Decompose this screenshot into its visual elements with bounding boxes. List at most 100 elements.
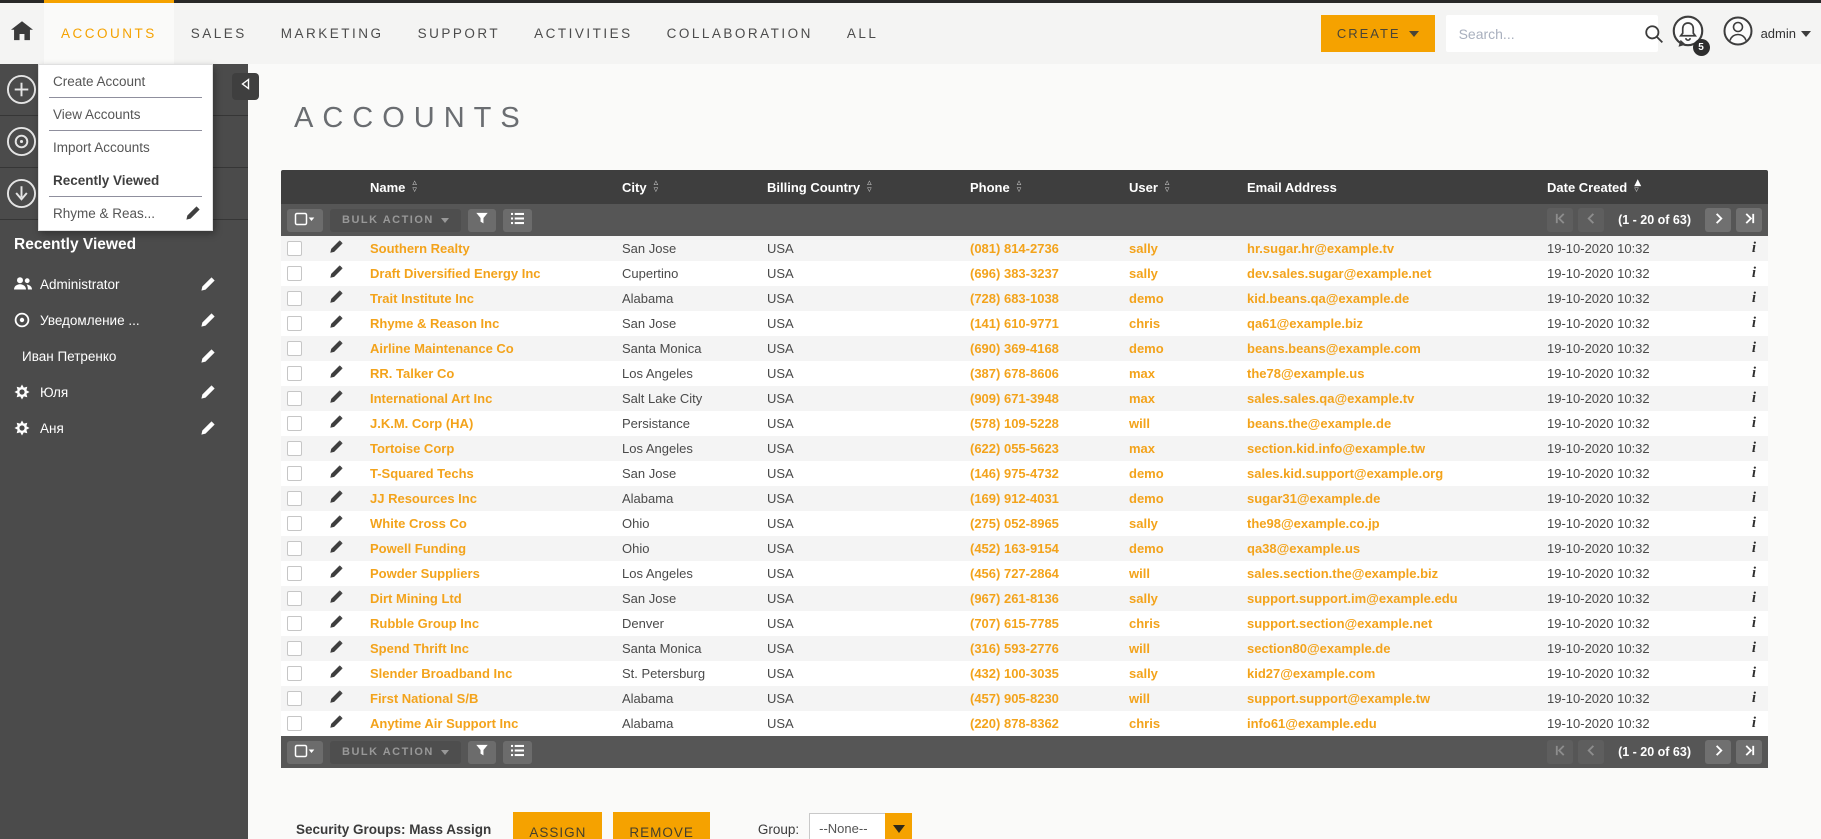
email-link[interactable]: beans.the@example.de: [1247, 416, 1392, 431]
notifications-button[interactable]: 5: [1669, 14, 1710, 56]
info-icon[interactable]: i: [1752, 515, 1756, 531]
assign-button[interactable]: ASSIGN: [513, 812, 603, 839]
info-icon[interactable]: i: [1752, 265, 1756, 281]
email-link[interactable]: the78@example.us: [1247, 366, 1365, 381]
pencil-icon[interactable]: [329, 440, 343, 457]
pencil-icon[interactable]: [329, 290, 343, 307]
email-link[interactable]: sugar31@example.de: [1247, 491, 1381, 506]
phone-link[interactable]: (578) 109-5228: [970, 416, 1059, 431]
account-name-link[interactable]: J.K.M. Corp (HA): [370, 416, 473, 431]
account-name-link[interactable]: Trait Institute Inc: [370, 291, 474, 306]
user-link[interactable]: will: [1129, 691, 1150, 706]
tab-activities[interactable]: ACTIVITIES: [517, 3, 650, 64]
row-checkbox[interactable]: [287, 416, 302, 431]
info-icon[interactable]: i: [1752, 540, 1756, 556]
account-name-link[interactable]: International Art Inc: [370, 391, 492, 406]
home-button[interactable]: [0, 3, 44, 64]
menu-item-rhyme-reas[interactable]: Rhyme & Reas...: [39, 197, 212, 230]
pencil-icon[interactable]: [329, 490, 343, 507]
search-icon[interactable]: [1644, 24, 1664, 44]
first-page-button[interactable]: [1547, 208, 1574, 232]
column-header-date-created[interactable]: Date Created ▲ ▿: [1535, 179, 1740, 195]
row-checkbox[interactable]: [287, 266, 302, 281]
row-checkbox[interactable]: [287, 491, 302, 506]
pencil-icon[interactable]: [329, 515, 343, 532]
account-name-link[interactable]: RR. Talker Co: [370, 366, 454, 381]
info-icon[interactable]: i: [1752, 440, 1756, 456]
pencil-icon[interactable]: [329, 565, 343, 582]
column-header-billing-country[interactable]: Billing Country ▵ ▿: [755, 179, 958, 195]
info-icon[interactable]: i: [1752, 365, 1756, 381]
pencil-icon[interactable]: [329, 390, 343, 407]
account-name-link[interactable]: Rhyme & Reason Inc: [370, 316, 499, 331]
user-link[interactable]: will: [1129, 416, 1150, 431]
bulk-action-button[interactable]: BULK ACTION: [330, 740, 461, 764]
phone-link[interactable]: (081) 814-2736: [970, 241, 1059, 256]
user-link[interactable]: chris: [1129, 716, 1161, 731]
email-link[interactable]: kid.beans.qa@example.de: [1247, 291, 1410, 306]
user-link[interactable]: will: [1129, 641, 1150, 656]
info-icon[interactable]: i: [1752, 640, 1756, 656]
phone-link[interactable]: (456) 727-2864: [970, 566, 1059, 581]
info-icon[interactable]: i: [1752, 665, 1756, 681]
filter-button[interactable]: [467, 740, 496, 764]
row-checkbox[interactable]: [287, 241, 302, 256]
info-icon[interactable]: i: [1752, 290, 1756, 306]
info-icon[interactable]: i: [1752, 715, 1756, 731]
email-link[interactable]: support.section@example.net: [1247, 616, 1433, 631]
phone-link[interactable]: (316) 593-2776: [970, 641, 1059, 656]
pencil-icon[interactable]: [329, 590, 343, 607]
user-link[interactable]: sally: [1129, 666, 1158, 681]
phone-link[interactable]: (452) 163-9154: [970, 541, 1059, 556]
pencil-icon[interactable]: [200, 420, 215, 436]
pencil-icon[interactable]: [329, 615, 343, 632]
tab-support[interactable]: SUPPORT: [401, 3, 518, 64]
row-checkbox[interactable]: [287, 691, 302, 706]
email-link[interactable]: section80@example.de: [1247, 641, 1391, 656]
user-link[interactable]: max: [1129, 366, 1156, 381]
column-header-phone[interactable]: Phone ▵ ▿: [958, 179, 1117, 195]
info-icon[interactable]: i: [1752, 315, 1756, 331]
email-link[interactable]: kid27@example.com: [1247, 666, 1376, 681]
row-checkbox[interactable]: [287, 616, 302, 631]
email-link[interactable]: support.support.im@example.edu: [1247, 591, 1458, 606]
last-page-button[interactable]: [1736, 740, 1762, 764]
search-input[interactable]: [1445, 25, 1644, 42]
pencil-icon[interactable]: [329, 365, 343, 382]
row-checkbox[interactable]: [287, 566, 302, 581]
column-header-city[interactable]: City ▵ ▿: [610, 179, 755, 195]
email-link[interactable]: sales.sales.qa@example.tv: [1247, 391, 1415, 406]
next-page-button[interactable]: [1705, 740, 1731, 764]
user-link[interactable]: sally: [1129, 516, 1158, 531]
menu-item-recently-viewed[interactable]: Recently Viewed: [39, 164, 212, 197]
user-link[interactable]: max: [1129, 391, 1156, 406]
phone-link[interactable]: (622) 055-5623: [970, 441, 1059, 456]
user-link[interactable]: max: [1129, 441, 1156, 456]
pencil-icon[interactable]: [329, 665, 343, 682]
phone-link[interactable]: (141) 610-9771: [970, 316, 1059, 331]
user-link[interactable]: demo: [1129, 491, 1164, 506]
row-checkbox[interactable]: [287, 341, 302, 356]
row-checkbox[interactable]: [287, 366, 302, 381]
account-name-link[interactable]: Airline Maintenance Co: [370, 341, 514, 356]
select-all-dropdown[interactable]: [287, 740, 323, 764]
filter-button[interactable]: [467, 208, 496, 232]
row-checkbox[interactable]: [287, 666, 302, 681]
column-chooser-button[interactable]: [502, 740, 532, 764]
info-icon[interactable]: i: [1752, 590, 1756, 606]
pencil-icon[interactable]: [329, 415, 343, 432]
prev-page-button[interactable]: [1578, 208, 1605, 232]
column-header-email-address[interactable]: Email Address: [1235, 180, 1535, 195]
pencil-icon[interactable]: [329, 690, 343, 707]
group-select[interactable]: --None--: [809, 813, 913, 839]
sidebar-item-иван-петренко[interactable]: Иван Петренко: [0, 338, 248, 374]
user-link[interactable]: chris: [1129, 316, 1161, 331]
phone-link[interactable]: (432) 100-3035: [970, 666, 1059, 681]
pencil-icon[interactable]: [329, 265, 343, 282]
info-icon[interactable]: i: [1752, 690, 1756, 706]
sidebar-collapse-button[interactable]: [232, 73, 259, 100]
email-link[interactable]: beans.beans@example.com: [1247, 341, 1421, 356]
email-link[interactable]: qa38@example.us: [1247, 541, 1361, 556]
pencil-icon[interactable]: [329, 465, 343, 482]
account-name-link[interactable]: Slender Broadband Inc: [370, 666, 512, 681]
